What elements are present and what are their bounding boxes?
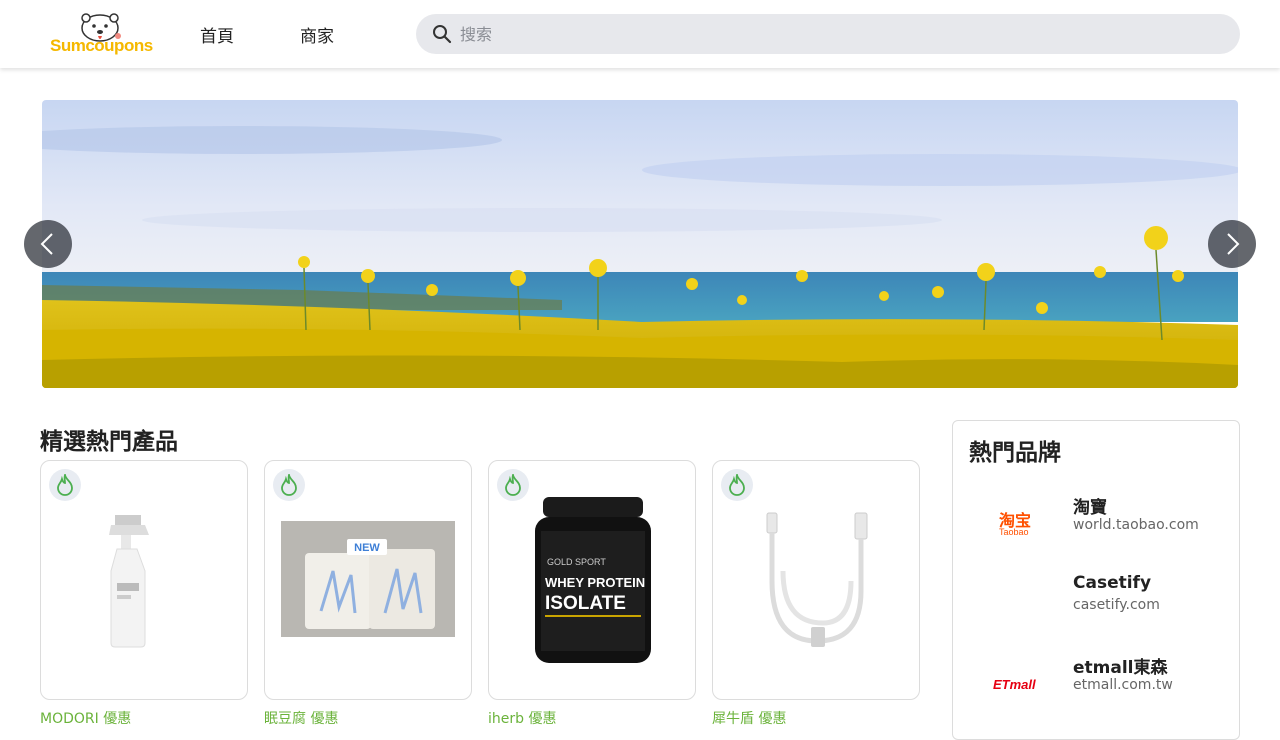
brand-row-etmall[interactable]: ETmall etmall東森 etmall.com.tw (953, 649, 1239, 709)
brand-url: world.taobao.com (1073, 517, 1199, 533)
search-bar (416, 14, 1240, 54)
brand-url: etmall.com.tw (1073, 677, 1173, 693)
flame-icon (505, 474, 521, 496)
hot-badge (49, 469, 81, 501)
hot-badge (497, 469, 529, 501)
brand-row-casetify[interactable]: Casetify casetify.com (953, 569, 1239, 629)
spray-bottle-image (109, 515, 149, 648)
whey-line2-text: ISOLATE (545, 593, 626, 614)
carousel-prev-button[interactable] (24, 220, 72, 268)
pillow-image: NEW (281, 521, 455, 637)
product-card-rhinoshield[interactable] (712, 460, 920, 700)
product-card-modori[interactable] (40, 460, 248, 700)
flame-icon (281, 474, 297, 496)
protein-jar-image: GOLD SPORT WHEY PROTEIN ISOLATE (535, 497, 651, 663)
casetify-logo (985, 577, 1049, 621)
search-icon[interactable] (432, 24, 452, 44)
product-card-pillow[interactable]: NEW (264, 460, 472, 700)
logo-text: Sumcoupons (50, 36, 153, 55)
popular-brands-panel: 熱門品牌 淘宝 Taobao 淘寶 world.taobao.com Caset… (952, 420, 1240, 740)
whey-line1-text: WHEY PROTEIN (545, 575, 645, 590)
product-label-rhinoshield[interactable]: 犀牛盾 優惠 (712, 708, 786, 728)
product-card-iherb[interactable]: GOLD SPORT WHEY PROTEIN ISOLATE (488, 460, 696, 700)
etmall-logo-text: ETmall (993, 677, 1036, 692)
product-label-pillow[interactable]: 眠豆腐 優惠 (264, 708, 338, 728)
rapeseed-field-image (42, 100, 1238, 388)
hot-badge (273, 469, 305, 501)
hero-banner (42, 100, 1238, 388)
usb-cable-image (766, 512, 868, 647)
brand-name: Casetify (1073, 573, 1152, 593)
product-label-modori[interactable]: MODORI 優惠 (40, 708, 131, 728)
carousel-next-button[interactable] (1208, 220, 1256, 268)
top-header: Sumcoupons 首頁 商家 (0, 0, 1280, 68)
new-tag-text: NEW (354, 542, 380, 554)
popular-brands-title: 熱門品牌 (969, 440, 1061, 466)
whey-brand-text: GOLD SPORT (547, 557, 606, 567)
brand-row-taobao[interactable]: 淘宝 Taobao 淘寶 world.taobao.com (953, 489, 1239, 549)
brand-name: etmall東森 (1073, 658, 1168, 678)
hot-badge (721, 469, 753, 501)
featured-products-title: 精選熱門產品 (40, 429, 178, 455)
search-input[interactable] (460, 14, 1220, 54)
flame-icon (57, 474, 73, 496)
brand-name: 淘寶 (1073, 498, 1107, 518)
chevron-left-icon (40, 233, 53, 255)
nav-merchants[interactable]: 商家 (300, 22, 334, 47)
taobao-logo-sub: Taobao (999, 527, 1029, 537)
site-logo[interactable]: Sumcoupons (48, 12, 158, 60)
flame-icon (729, 474, 745, 496)
etmall-logo: ETmall (985, 657, 1049, 701)
taobao-logo: 淘宝 Taobao (985, 497, 1049, 541)
nav-home[interactable]: 首頁 (200, 22, 234, 47)
chevron-right-icon (1227, 233, 1240, 255)
brand-url: casetify.com (1073, 597, 1160, 613)
product-label-iherb[interactable]: iherb 優惠 (488, 708, 556, 728)
